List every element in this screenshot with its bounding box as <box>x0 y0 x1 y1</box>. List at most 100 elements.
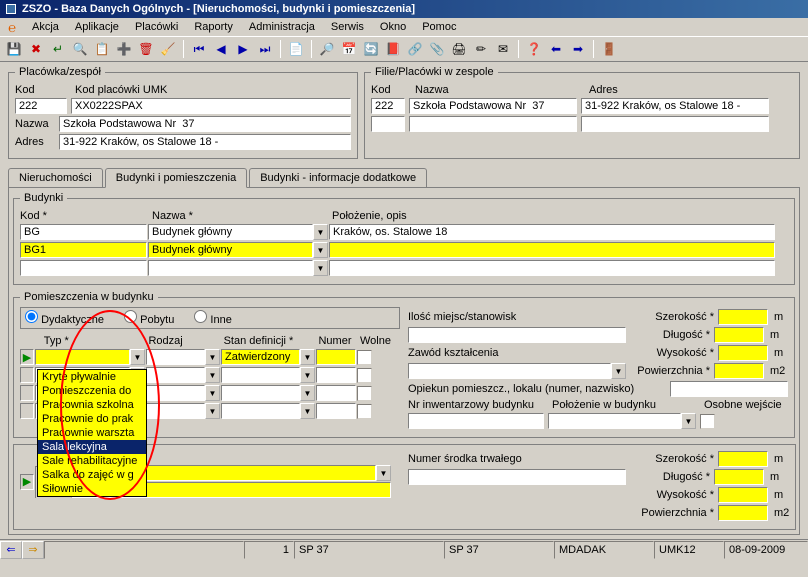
pom-r3-wolne-checkbox[interactable] <box>357 386 372 401</box>
tool-help-icon[interactable]: ❓ <box>524 39 544 59</box>
filie-adres[interactable] <box>581 98 769 114</box>
input-pow[interactable] <box>714 363 764 379</box>
filie-adres-2[interactable] <box>581 116 769 132</box>
dropdown-item[interactable]: Pracownie do prak <box>38 412 146 426</box>
tool-query-icon[interactable]: 🔍 <box>70 39 90 59</box>
budynki-r2-kod[interactable] <box>20 242 147 258</box>
tool-mail-icon[interactable]: ✉ <box>493 39 513 59</box>
tool-print-icon[interactable]: 🖨 <box>449 39 469 59</box>
tool-list-icon[interactable]: 📄 <box>286 39 306 59</box>
tool-prev-icon[interactable]: ◀ <box>211 39 231 59</box>
chevron-down-icon[interactable]: ▼ <box>376 465 391 481</box>
tool-copy-icon[interactable]: 📋 <box>92 39 112 59</box>
budynki-r3-pol[interactable] <box>329 260 775 276</box>
pom-r3-stan[interactable] <box>221 385 300 401</box>
budynki-r2-pol[interactable] <box>329 242 775 258</box>
dropdown-item[interactable]: Siłownie <box>38 482 146 496</box>
menu-administracja[interactable]: Administracja <box>241 19 323 35</box>
chevron-down-icon[interactable]: ▼ <box>300 403 315 419</box>
pom-r4-wolne-checkbox[interactable] <box>357 404 372 419</box>
dropdown-item[interactable]: Pracownia szkolna <box>38 398 146 412</box>
radio-dydaktyczne[interactable]: Dydaktyczne <box>25 310 104 326</box>
radio-inne[interactable]: Inne <box>194 310 231 326</box>
filie-kod-2[interactable] <box>371 116 405 132</box>
chevron-down-icon[interactable]: ▼ <box>130 349 145 365</box>
menu-placowki[interactable]: Placówki <box>127 19 186 35</box>
input-opiekun[interactable] <box>670 381 788 397</box>
tool-save-icon[interactable]: 💾 <box>4 39 24 59</box>
chevron-down-icon[interactable]: ▼ <box>313 242 328 258</box>
menu-akcja[interactable]: Akcja <box>24 19 67 35</box>
tool-refresh-icon[interactable]: 🔄 <box>361 39 381 59</box>
input-nrinw[interactable] <box>408 413 544 429</box>
pom-r3-rodzaj[interactable] <box>146 385 205 401</box>
menu-okno[interactable]: Okno <box>372 19 414 35</box>
pom-r2-wolne-checkbox[interactable] <box>357 368 372 383</box>
status-prev-icon[interactable]: ⇐ <box>0 541 22 559</box>
chevron-down-icon[interactable]: ▼ <box>205 385 220 401</box>
dropdown-item[interactable]: Pomieszczenia do <box>38 384 146 398</box>
chevron-down-icon[interactable]: ▼ <box>300 349 315 365</box>
pom-r4-rodzaj[interactable] <box>146 403 205 419</box>
chevron-down-icon[interactable]: ▼ <box>205 403 220 419</box>
menu-aplikacje[interactable]: Aplikacje <box>67 19 127 35</box>
tool-book-icon[interactable]: 📕 <box>383 39 403 59</box>
input-szer[interactable] <box>718 309 768 325</box>
tab-budynki-info[interactable]: Budynki - informacje dodatkowe <box>249 168 427 187</box>
chevron-down-icon[interactable]: ▼ <box>681 413 696 429</box>
tool-last-icon[interactable]: ⏭ <box>255 39 275 59</box>
input-kod-plac[interactable] <box>71 98 351 114</box>
filie-nazwa[interactable] <box>409 98 577 114</box>
input-adres[interactable] <box>59 134 351 150</box>
tool-cancel-icon[interactable]: ✖ <box>26 39 46 59</box>
menu-pomoc[interactable]: Pomoc <box>414 19 464 35</box>
dropdown-item[interactable]: Kryte pływalnie <box>38 370 146 384</box>
pom-r2-rodzaj[interactable] <box>146 367 205 383</box>
radio-pobytu[interactable]: Pobytu <box>124 310 174 326</box>
tool-attach-icon[interactable]: 📎 <box>427 39 447 59</box>
input-det-pow[interactable] <box>718 505 768 521</box>
pom-r1-stan[interactable] <box>221 349 300 365</box>
input-polbud[interactable] <box>548 413 681 429</box>
input-zawod[interactable] <box>408 363 611 379</box>
budynki-r1-nazwa[interactable] <box>148 224 313 240</box>
dropdown-item[interactable]: Salka do zajęć w g <box>38 468 146 482</box>
pom-r4-numer[interactable] <box>316 403 356 419</box>
pom-r2-stan[interactable] <box>221 367 300 383</box>
budynki-r3-nazwa[interactable] <box>148 260 313 276</box>
tool-enter-icon[interactable]: ↵ <box>48 39 68 59</box>
pom-r1-typ[interactable] <box>35 349 130 365</box>
menu-raporty[interactable]: Raporty <box>186 19 241 35</box>
budynki-r1-kod[interactable] <box>20 224 147 240</box>
tool-zoom-icon[interactable]: 🔎 <box>317 39 337 59</box>
input-det-szer[interactable] <box>718 451 768 467</box>
budynki-r3-kod[interactable] <box>20 260 147 276</box>
input-kod[interactable] <box>15 98 67 114</box>
input-dlug[interactable] <box>714 327 764 343</box>
filie-kod[interactable] <box>371 98 405 114</box>
chevron-down-icon[interactable]: ▼ <box>205 367 220 383</box>
dropdown-item[interactable]: Pracownie warszta <box>38 426 146 440</box>
tool-forward-icon[interactable]: ➡ <box>568 39 588 59</box>
tool-clear-icon[interactable]: 🧹 <box>158 39 178 59</box>
tab-budynki[interactable]: Budynki i pomieszczenia <box>105 168 247 188</box>
pom-r4-stan[interactable] <box>221 403 300 419</box>
status-next-icon[interactable]: ⇒ <box>22 541 44 559</box>
pom-r1-rodzaj[interactable] <box>146 349 205 365</box>
pom-r2-numer[interactable] <box>316 367 356 383</box>
tool-exit-icon[interactable]: 🚪 <box>599 39 619 59</box>
chevron-down-icon[interactable]: ▼ <box>313 224 328 240</box>
tool-first-icon[interactable]: ⏮ <box>189 39 209 59</box>
checkbox-osobne[interactable] <box>700 414 715 429</box>
input-ilosc[interactable] <box>408 327 626 343</box>
tool-new-icon[interactable]: ➕ <box>114 39 134 59</box>
input-nazwa[interactable] <box>59 116 351 132</box>
pom-r3-numer[interactable] <box>316 385 356 401</box>
input-det-wys[interactable] <box>718 487 768 503</box>
input-wys[interactable] <box>718 345 768 361</box>
menu-serwis[interactable]: Serwis <box>323 19 372 35</box>
tool-delete-icon[interactable]: 🗑 <box>136 39 156 59</box>
tool-link-icon[interactable]: 🔗 <box>405 39 425 59</box>
dropdown-item[interactable]: Sale rehabilitacyjne <box>38 454 146 468</box>
tool-calendar-icon[interactable]: 📅 <box>339 39 359 59</box>
